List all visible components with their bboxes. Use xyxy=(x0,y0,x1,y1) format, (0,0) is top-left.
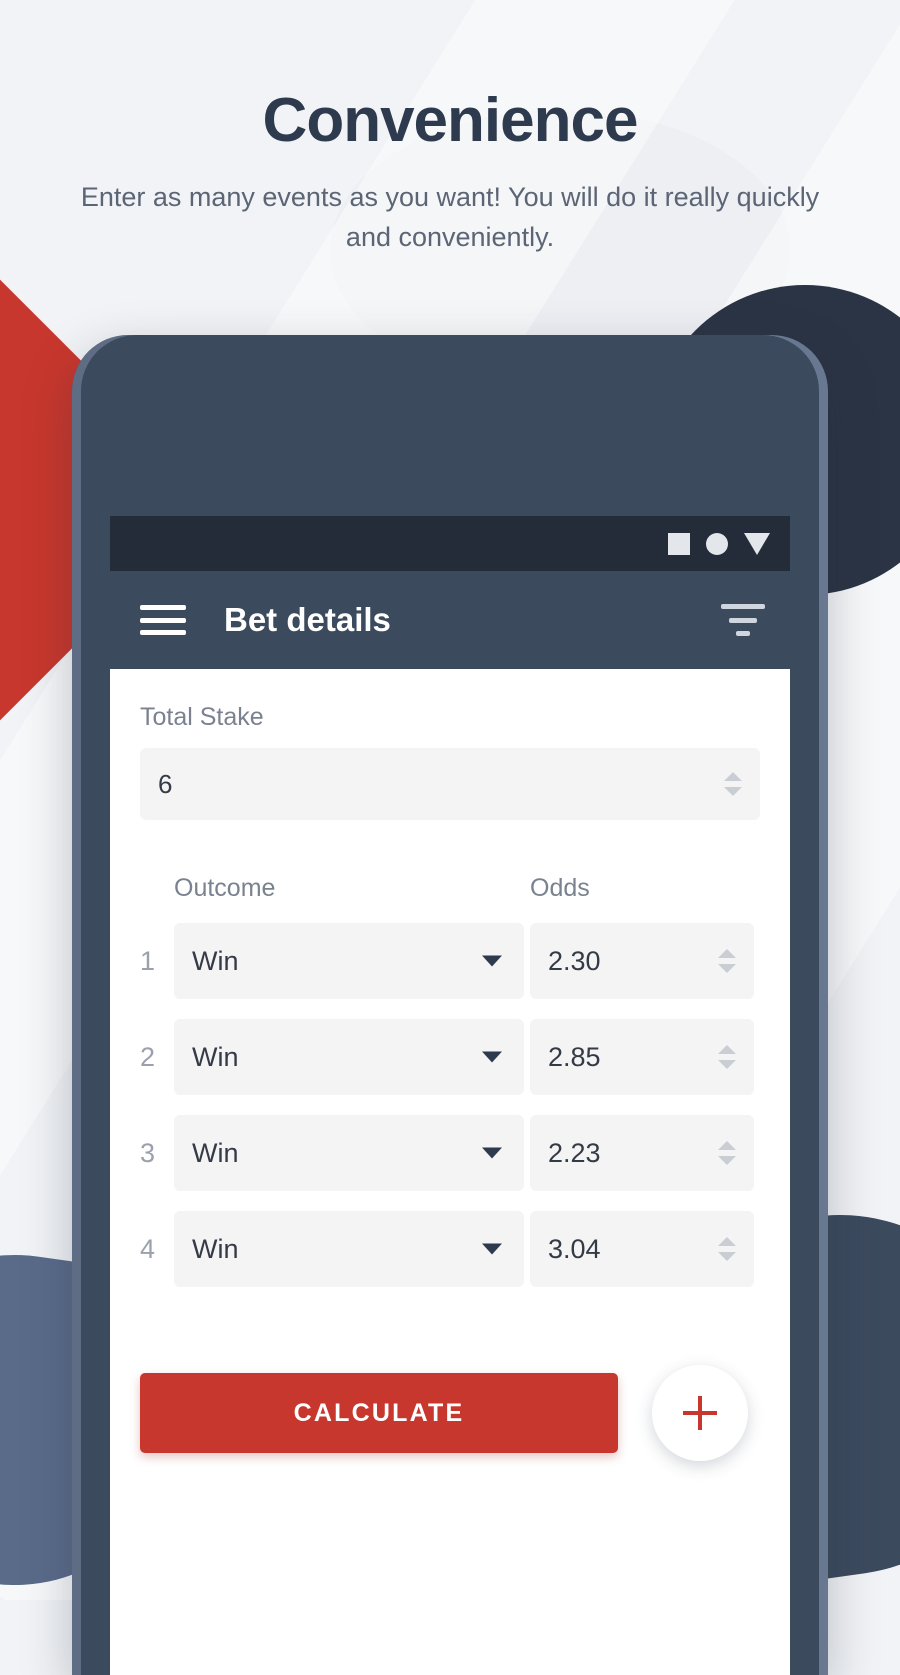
outcome-select[interactable]: Win xyxy=(174,923,524,999)
chevron-down-icon xyxy=(718,964,736,973)
row-index: 4 xyxy=(140,1233,156,1264)
odds-input[interactable]: 3.04 xyxy=(530,1211,754,1287)
page-title: Convenience xyxy=(262,86,639,155)
app-bar-title: Bet details xyxy=(224,601,391,638)
outcome-select[interactable]: Win xyxy=(174,1115,524,1191)
total-stake-label: Total Stake xyxy=(140,703,264,731)
chevron-up-icon xyxy=(724,772,742,781)
odds-value: 2.85 xyxy=(548,1041,601,1072)
outcome-value: Win xyxy=(192,945,239,976)
table-row: 1 Win 2.30 xyxy=(140,923,760,999)
chevron-up-icon xyxy=(718,949,736,958)
total-stake-input[interactable]: 6 xyxy=(140,748,760,820)
circle-icon xyxy=(706,532,728,555)
screen-content: Total Stake 6 Outcome Odds 1 Win 2.30 2 … xyxy=(110,669,790,1461)
hamburger-bar xyxy=(140,605,186,610)
outcome-select[interactable]: Win xyxy=(174,1019,524,1095)
status-bar xyxy=(110,516,790,571)
outcome-value: Win xyxy=(192,1137,239,1168)
column-header-outcome: Outcome xyxy=(174,874,276,902)
chevron-up-icon xyxy=(718,1045,736,1054)
page-subtitle: Enter as many events as you want! You wi… xyxy=(80,182,820,252)
triangle-down-icon xyxy=(744,532,770,555)
table-row: 4 Win 3.04 xyxy=(140,1211,760,1287)
odds-input[interactable]: 2.23 xyxy=(530,1115,754,1191)
chevron-down-icon xyxy=(482,1147,502,1159)
odds-value: 3.04 xyxy=(548,1233,601,1264)
app-screen: Total Stake 6 Outcome Odds 1 Win 2.30 2 … xyxy=(110,669,790,1675)
chevron-down-icon xyxy=(718,1060,736,1069)
filter-bar xyxy=(721,604,765,609)
square-icon xyxy=(668,532,690,555)
row-index: 1 xyxy=(140,945,156,976)
chevron-up-icon xyxy=(718,1141,736,1150)
odds-input[interactable]: 2.30 xyxy=(530,923,754,999)
stepper-updown-icon[interactable] xyxy=(718,949,736,973)
hamburger-menu-icon[interactable] xyxy=(140,605,186,635)
column-header-odds: Odds xyxy=(530,874,590,902)
hamburger-bar xyxy=(140,617,186,623)
table-row: 3 Win 2.23 xyxy=(140,1115,760,1191)
stepper-updown-icon[interactable] xyxy=(718,1045,736,1069)
row-index: 3 xyxy=(140,1137,156,1168)
row-index: 2 xyxy=(140,1041,156,1072)
stepper-updown-icon[interactable] xyxy=(724,772,742,796)
outcome-value: Win xyxy=(192,1041,239,1072)
actions-bar: CALCULATE xyxy=(140,1365,760,1461)
app-bar: Bet details xyxy=(110,571,790,669)
filter-bar xyxy=(729,617,757,623)
add-event-fab[interactable] xyxy=(652,1365,748,1461)
chevron-down-icon xyxy=(718,1156,736,1165)
filter-bar xyxy=(736,631,750,636)
plus-icon xyxy=(698,1396,702,1430)
chevron-down-icon xyxy=(482,955,502,967)
table-row: 2 Win 2.85 xyxy=(140,1019,760,1095)
chevron-up-icon xyxy=(718,1237,736,1246)
chevron-down-icon xyxy=(718,1252,736,1261)
odds-value: 2.30 xyxy=(548,945,601,976)
phone-mockup: Bet details Total Stake 6 Outcome Odds 1… xyxy=(72,335,828,1675)
odds-value: 2.23 xyxy=(548,1137,601,1168)
hamburger-bar xyxy=(140,630,186,635)
outcome-value: Win xyxy=(192,1233,239,1264)
odds-input[interactable]: 2.85 xyxy=(530,1019,754,1095)
table-column-headers: Outcome Odds xyxy=(140,874,760,903)
stepper-updown-icon[interactable] xyxy=(718,1237,736,1261)
filter-icon[interactable] xyxy=(720,604,766,636)
chevron-down-icon xyxy=(482,1051,502,1063)
header: Convenience Enter as many events as you … xyxy=(0,0,900,258)
chevron-down-icon xyxy=(724,787,742,796)
outcome-select[interactable]: Win xyxy=(174,1211,524,1287)
calculate-button[interactable]: CALCULATE xyxy=(140,1373,618,1453)
stepper-updown-icon[interactable] xyxy=(718,1141,736,1165)
total-stake-value: 6 xyxy=(158,768,173,799)
chevron-down-icon xyxy=(482,1243,502,1255)
